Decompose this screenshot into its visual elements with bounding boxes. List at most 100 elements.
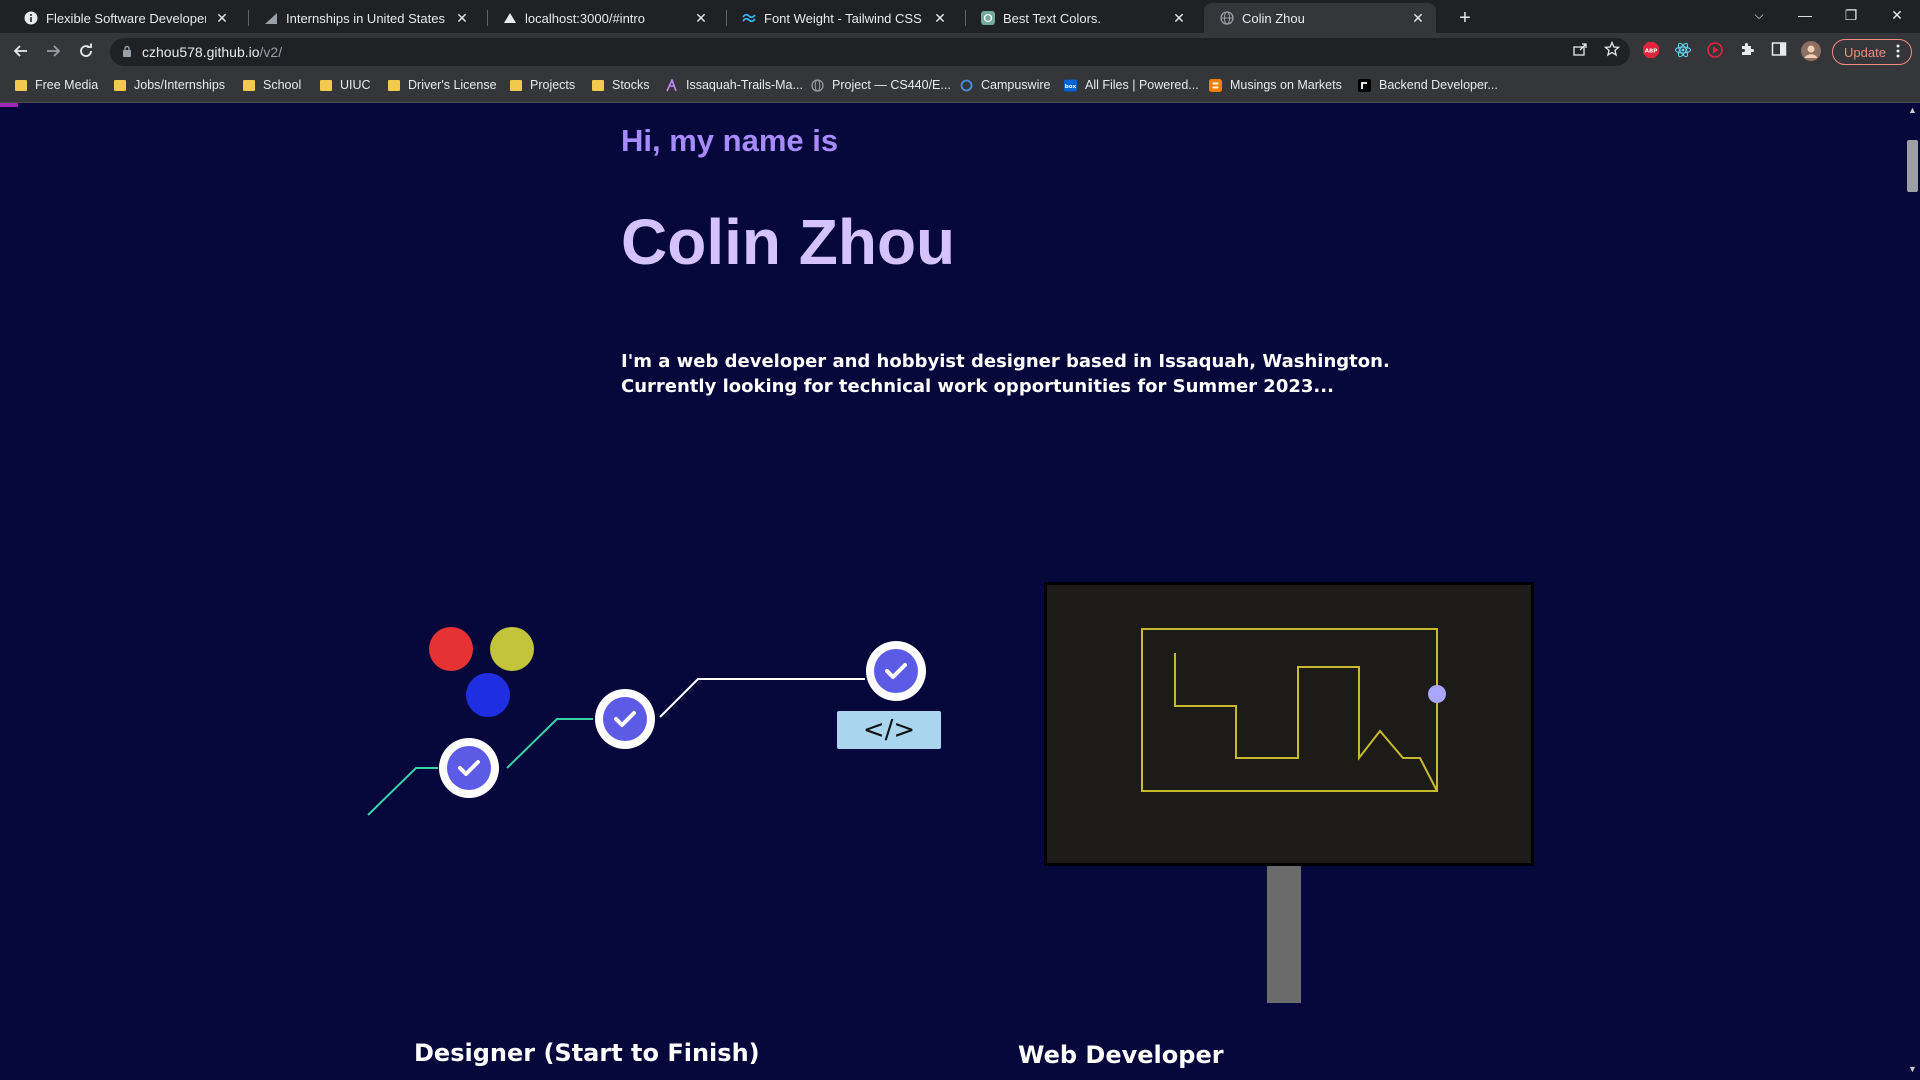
bookmark-label: Driver's License xyxy=(408,78,497,92)
close-tab-icon[interactable]: ✕ xyxy=(214,10,230,27)
tab-colin-zhou[interactable]: Colin Zhou ✕ xyxy=(1204,3,1436,33)
bookmark-link[interactable]: Issaquah-Trails-Ma... xyxy=(665,78,803,92)
tab-internships-levels[interactable]: Internships in United States | Lev ✕ xyxy=(248,3,480,33)
red-color-dot xyxy=(429,627,473,671)
bookmark-label: Musings on Markets xyxy=(1230,78,1342,92)
bookmark-link[interactable]: Backend Developer... xyxy=(1358,78,1498,92)
tab-title: Font Weight - Tailwind CSS xyxy=(764,10,922,26)
progress-path-segment xyxy=(367,767,438,816)
folder-icon xyxy=(114,79,126,91)
check-circle-icon xyxy=(439,738,499,798)
bookmark-label: Issaquah-Trails-Ma... xyxy=(686,78,803,92)
monitor-screen xyxy=(1044,582,1534,866)
folder-icon xyxy=(510,79,522,91)
roadmap-icon xyxy=(1358,78,1371,92)
restore-button[interactable]: ❐ xyxy=(1828,0,1874,32)
close-window-button[interactable]: ✕ xyxy=(1874,0,1920,32)
recorder-extension-icon[interactable] xyxy=(1704,41,1726,63)
kebab-menu-icon xyxy=(1896,44,1900,61)
bookmark-label: Backend Developer... xyxy=(1379,78,1498,92)
side-panel-icon[interactable] xyxy=(1768,41,1790,63)
bookmark-label: School xyxy=(263,78,302,92)
new-tab-button[interactable]: + xyxy=(1452,6,1478,30)
bookmark-folder[interactable]: Projects xyxy=(510,78,575,92)
tab-title: localhost:3000/#intro xyxy=(525,10,645,26)
bookmark-label: Campuswire xyxy=(981,78,1051,92)
scrollbar-thumb[interactable] xyxy=(1907,140,1918,192)
bookmark-folder[interactable]: UIUC xyxy=(320,78,371,92)
scroll-down-arrow-icon[interactable]: ▼ xyxy=(1906,1064,1919,1078)
developer-card-title: Web Developer xyxy=(1018,1041,1224,1069)
tab-search-dropdown-icon[interactable]: ⌵ xyxy=(1736,0,1782,32)
update-label: Update xyxy=(1844,44,1886,60)
profile-avatar[interactable] xyxy=(1800,41,1822,63)
tab-localhost-intro[interactable]: localhost:3000/#intro ✕ xyxy=(487,3,719,33)
bookmark-folder[interactable]: School xyxy=(243,78,301,92)
monitor-stand xyxy=(1267,866,1301,1003)
bookmark-folder[interactable]: Driver's License xyxy=(388,78,497,92)
svg-text:box: box xyxy=(1065,83,1077,89)
tab-strip: Flexible Software Developer Inter ✕ Inte… xyxy=(0,0,1920,33)
vercel-icon xyxy=(665,78,678,92)
scroll-progress-indicator xyxy=(0,103,18,107)
close-tab-icon[interactable]: ✕ xyxy=(693,10,709,27)
progress-path-segment xyxy=(506,718,593,769)
bookmark-link[interactable]: Campuswire xyxy=(960,78,1050,92)
close-tab-icon[interactable]: ✕ xyxy=(454,10,470,27)
url-text: czhou578.github.io/v2/ xyxy=(142,44,282,60)
tab-title: Internships in United States | Lev xyxy=(286,10,446,26)
designer-card-title: Designer (Start to Finish) xyxy=(414,1039,760,1067)
lock-icon xyxy=(122,44,132,60)
circuit-drawing xyxy=(1141,628,1446,792)
close-tab-icon[interactable]: ✕ xyxy=(932,10,948,27)
bookmark-folder[interactable]: Jobs/Internships xyxy=(114,78,225,92)
close-tab-icon[interactable]: ✕ xyxy=(1171,10,1187,27)
bookmark-link[interactable]: Musings on Markets xyxy=(1209,78,1342,92)
extensions-puzzle-icon[interactable] xyxy=(1736,41,1758,63)
folder-icon xyxy=(320,79,332,91)
url-path: /v2/ xyxy=(259,44,283,60)
adblock-extension-icon[interactable]: ABP xyxy=(1640,41,1662,63)
tailwind-icon xyxy=(742,11,756,25)
reload-icon xyxy=(80,43,92,57)
check-circle-icon xyxy=(595,689,655,749)
page-viewport: Hi, my name is Colin Zhou I'm a web deve… xyxy=(0,103,1905,1080)
close-tab-icon[interactable]: ✕ xyxy=(1410,10,1426,27)
levels-icon xyxy=(264,11,278,25)
tab-title: Colin Zhou xyxy=(1242,10,1305,26)
bookmark-label: All Files | Powered... xyxy=(1085,78,1199,92)
progress-path-segment xyxy=(659,678,865,718)
bookmarks-bar: Free Media Jobs/Internships School UIUC … xyxy=(0,71,1920,103)
share-icon[interactable] xyxy=(1569,41,1591,63)
screen-frame-outline xyxy=(1141,628,1438,792)
react-devtools-icon[interactable] xyxy=(1672,41,1694,63)
minimize-button[interactable]: — xyxy=(1782,0,1828,32)
bookmark-star-icon[interactable] xyxy=(1601,40,1623,63)
bookmark-label: Project — CS440/E... xyxy=(832,78,951,92)
reload-button[interactable] xyxy=(73,40,99,66)
signal-trace xyxy=(1174,653,1438,792)
hero-bio: I'm a web developer and hobbyist designe… xyxy=(621,349,1390,399)
bookmark-label: UIUC xyxy=(340,78,371,92)
bookmark-link[interactable]: box All Files | Powered... xyxy=(1064,78,1199,92)
tab-flexible-software-developer[interactable]: Flexible Software Developer Inter ✕ xyxy=(8,3,240,33)
tab-tailwind-font-weight[interactable]: Font Weight - Tailwind CSS ✕ xyxy=(726,3,958,33)
designer-illustration: </> xyxy=(367,627,941,816)
bookmark-label: Projects xyxy=(530,78,576,92)
bookmark-link[interactable]: Project — CS440/E... xyxy=(811,78,951,92)
bookmark-folder[interactable]: Free Media xyxy=(15,78,98,92)
page-scrollbar[interactable] xyxy=(1905,103,1920,1080)
bookmark-folder[interactable]: Stocks xyxy=(592,78,650,92)
blue-color-dot xyxy=(466,673,510,717)
tab-best-text-colors[interactable]: Best Text Colors. ✕ xyxy=(965,3,1197,33)
tab-title: Best Text Colors. xyxy=(1003,10,1102,26)
folder-icon xyxy=(388,79,400,91)
address-bar[interactable]: czhou578.github.io/v2/ xyxy=(110,38,1630,66)
forward-button[interactable] xyxy=(40,40,66,66)
browser-toolbar: czhou578.github.io/v2/ ABP Update xyxy=(0,33,1920,71)
yellow-color-dot xyxy=(490,627,534,671)
triangle-icon xyxy=(503,11,517,25)
update-button[interactable]: Update xyxy=(1832,39,1912,65)
back-button[interactable] xyxy=(8,40,34,66)
scroll-up-arrow-icon[interactable]: ▲ xyxy=(1906,105,1919,119)
